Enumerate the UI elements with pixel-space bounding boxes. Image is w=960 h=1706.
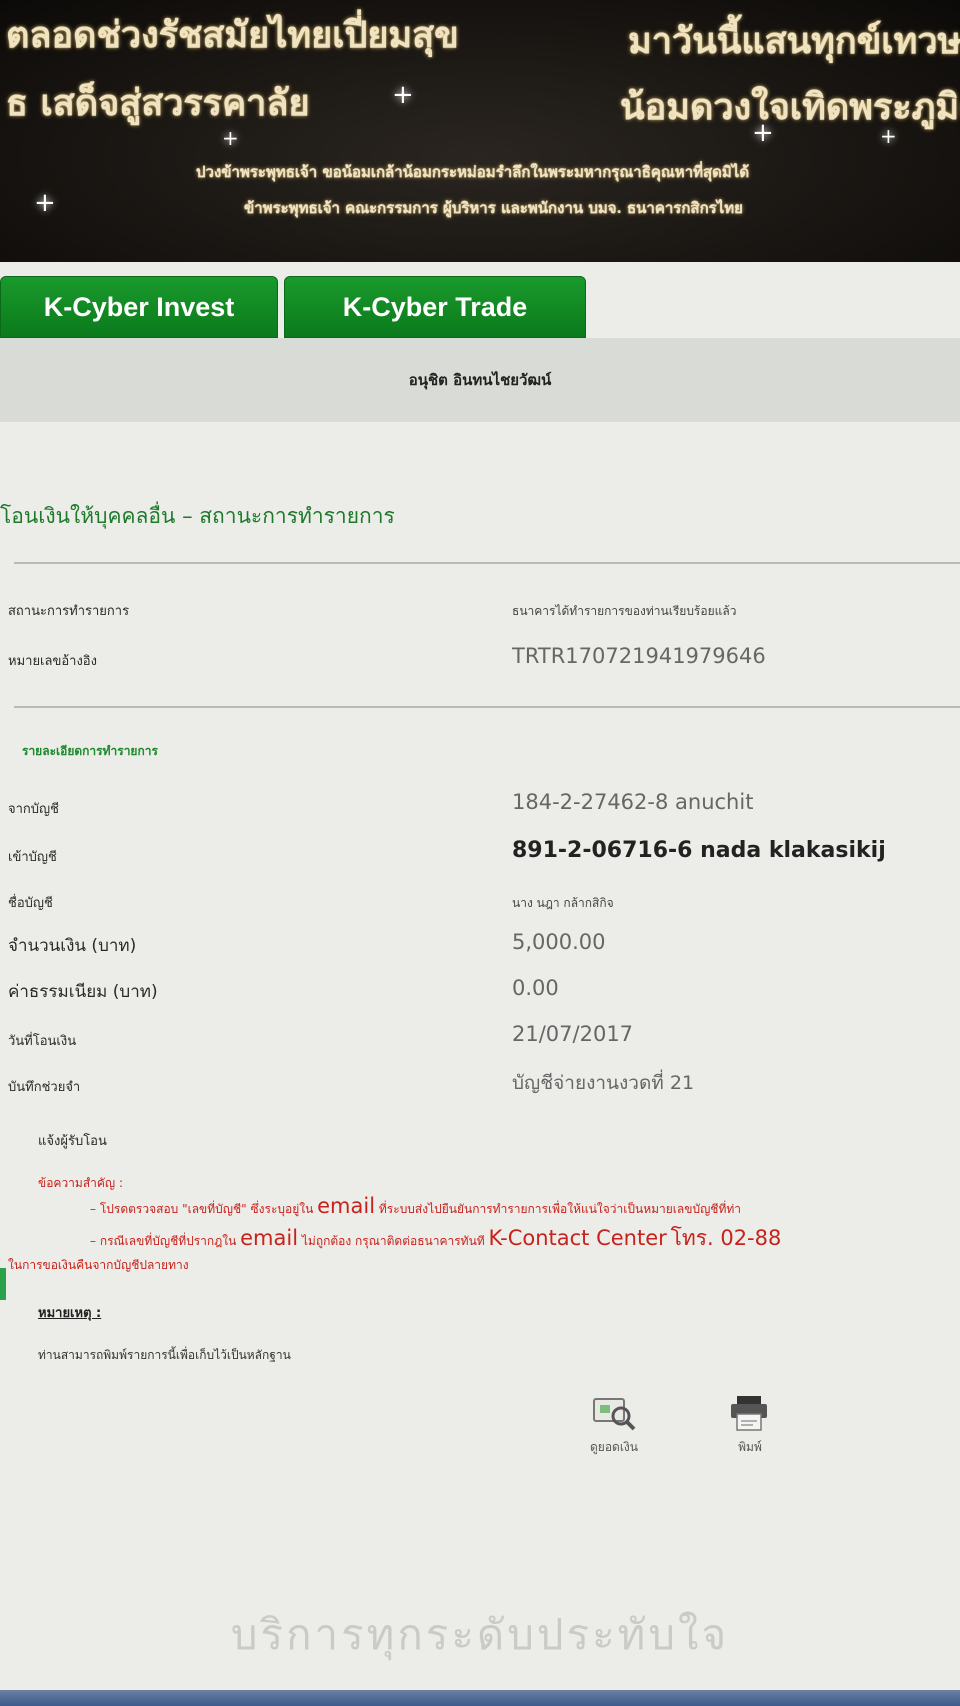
divider — [14, 706, 960, 708]
sparkle-icon: + — [752, 118, 774, 148]
amount-label: จำนวนเงิน (บาท) — [8, 936, 137, 956]
view-balance-icon — [591, 1394, 637, 1432]
memo-label: บันทึกช่วยจำ — [8, 1080, 81, 1095]
note-text: – กรณีเลขที่บัญชีที่ปรากฎใน — [90, 1234, 237, 1248]
footer-slogan: บริการทุกระดับประทับใจ — [230, 1610, 730, 1659]
print-label: พิมพ์ — [738, 1440, 762, 1454]
note-text: ที่ระบบส่งไปยืนยันการทำรายการเพื่อให้แน่… — [378, 1202, 741, 1216]
remark-text: ท่านสามารถพิมพ์รายการนี้เพื่อเก็บไว้เป็น… — [38, 1348, 291, 1362]
memo-value: บัญชีจ่ายงานงวดที่ 21 — [512, 1072, 695, 1094]
divider — [14, 562, 960, 564]
important-title: ข้อความสำคัญ : — [38, 1176, 123, 1190]
from-account-value: 184-2-27462-8 anuchit — [512, 790, 754, 814]
banner-line-1: ตลอดช่วงรัชสมัยไทยเปี่ยมสุข — [6, 14, 459, 56]
fee-value: 0.00 — [512, 976, 559, 1000]
details-title: รายละเอียดการทำรายการ — [22, 744, 158, 758]
page-title: โอนเงินให้บุคคลอื่น – สถานะการทำรายการ — [0, 504, 395, 528]
view-balance-button[interactable]: ดูยอดเงิน — [568, 1394, 660, 1457]
transfer-date-label: วันที่โอนเงิน — [8, 1034, 77, 1049]
status-value: ธนาคารได้ทำรายการของท่านเรียบร้อยแล้ว — [512, 604, 737, 618]
edge-marker — [0, 1268, 6, 1300]
note-email: email — [240, 1226, 299, 1250]
user-bar: อนุชิต อินทนไชยวัฒน์ — [0, 338, 960, 422]
banner-line-4: น้อมดวงใจเทิดพระภูมิต — [620, 86, 960, 128]
product-tabs: K-Cyber Invest K-Cyber Trade — [0, 262, 960, 338]
transfer-result-panel: โอนเงินให้บุคคลอื่น – สถานะการทำรายการ ส… — [0, 422, 960, 1706]
view-balance-label: ดูยอดเงิน — [590, 1440, 638, 1454]
important-note-2: – กรณีเลขที่บัญชีที่ปรากฎใน email ไม่ถูก… — [90, 1222, 781, 1255]
user-name: อนุชิต อินทนไชยวัฒน์ — [408, 371, 552, 389]
reference-label: หมายเลขอ้างอิง — [8, 654, 97, 669]
from-account-label: จากบัญชี — [8, 802, 59, 817]
transfer-date-value: 21/07/2017 — [512, 1022, 634, 1046]
account-name-value: นาง นฎา กล้ากสิกิจ — [512, 896, 614, 910]
important-note-3: ในการขอเงินคืนจากบัญชีปลายทาง — [8, 1258, 189, 1272]
banner-dedication-1: ปวงข้าพระพุทธเจ้า ขอน้อมเกล้าน้อมกระหม่อ… — [196, 163, 750, 181]
notify-recipient-label: แจ้งผู้รับโอน — [38, 1134, 107, 1149]
banner-line-2: ธ เสด็จสู่สวรรคาลัย — [6, 82, 310, 124]
print-button[interactable]: พิมพ์ — [704, 1394, 796, 1457]
reference-value: TRTR170721941979646 — [512, 644, 766, 668]
printer-icon — [727, 1394, 773, 1432]
banner-dedication-2: ข้าพระพุทธเจ้า คณะกรรมการ ผู้บริหาร และพ… — [244, 199, 743, 217]
tab-k-cyber-trade[interactable]: K-Cyber Trade — [284, 276, 586, 338]
to-account-label: เข้าบัญชี — [8, 850, 57, 865]
memorial-banner: ตลอดช่วงรัชสมัยไทยเปี่ยมสุข ธ เสด็จสู่สว… — [0, 0, 960, 262]
status-label: สถานะการทำรายการ — [8, 604, 130, 619]
sparkle-icon: + — [880, 124, 897, 148]
note-phone: โทร. 02-88 — [670, 1226, 782, 1250]
note-text: – โปรดตรวจสอบ "เลขที่บัญชี" ซึ่งระบุอยู่… — [90, 1202, 314, 1216]
sparkle-icon: + — [222, 126, 239, 150]
note-text: ไม่ถูกต้อง กรุณาติดต่อธนาคารทันที — [301, 1234, 485, 1248]
tab-k-cyber-invest[interactable]: K-Cyber Invest — [0, 276, 278, 338]
to-account-value: 891-2-06716-6 nada klakasikij — [512, 838, 886, 863]
note-email: email — [317, 1194, 376, 1218]
sparkle-icon: + — [392, 80, 414, 110]
banner-line-3: มาวันนี้แสนทุกข์เทวษ — [628, 20, 960, 62]
remark-title: หมายเหตุ : — [38, 1306, 102, 1321]
note-k-contact-center: K-Contact Center — [488, 1226, 667, 1250]
amount-value: 5,000.00 — [512, 930, 606, 954]
important-note-1: – โปรดตรวจสอบ "เลขที่บัญชี" ซึ่งระบุอยู่… — [90, 1194, 741, 1219]
account-name-label: ชื่อบัญชี — [8, 896, 53, 911]
sparkle-icon: + — [34, 188, 56, 218]
taskbar-edge — [0, 1690, 960, 1706]
fee-label: ค่าธรรมเนียม (บาท) — [8, 982, 158, 1002]
